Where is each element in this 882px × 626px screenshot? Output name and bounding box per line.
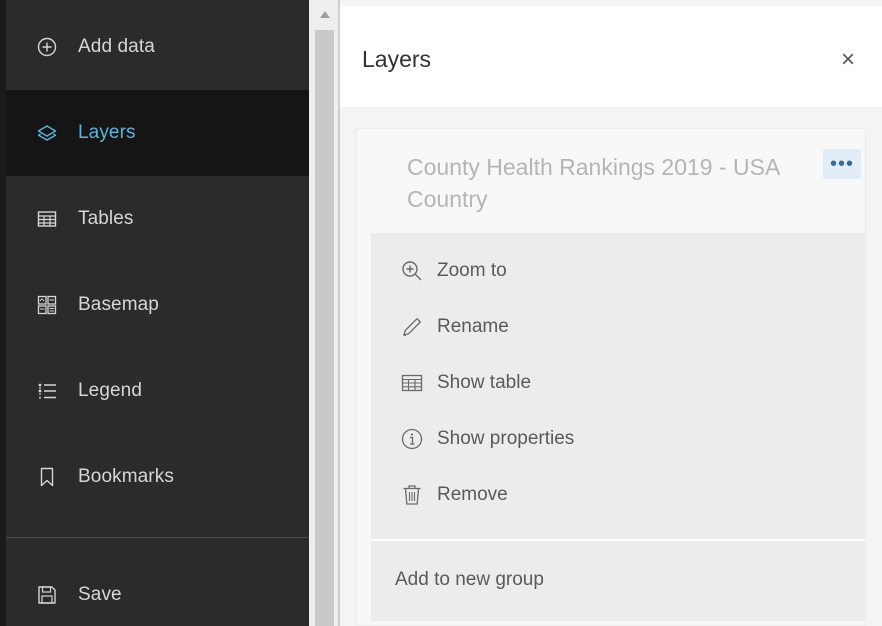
more-options-button[interactable]: ••• xyxy=(823,149,861,179)
table-icon xyxy=(400,371,424,395)
sidebar-item-label: Legend xyxy=(78,380,143,401)
menu-item-label: Show properties xyxy=(437,428,575,449)
panel-header: Layers × xyxy=(340,6,882,107)
menu-item-label: Add to new group xyxy=(395,569,544,590)
sidebar-item-basemap[interactable]: Basemap xyxy=(6,262,309,348)
info-icon xyxy=(400,427,424,451)
menu-item-rename[interactable]: Rename xyxy=(371,301,865,353)
sidebar-item-label: Tables xyxy=(78,208,134,229)
menu-item-show-properties[interactable]: Show properties xyxy=(371,413,865,465)
bookmark-icon xyxy=(37,467,57,487)
menu-item-label: Remove xyxy=(437,484,508,505)
sidebar-item-add-data[interactable]: Add data xyxy=(6,4,309,90)
sidebar-item-layers[interactable]: Layers xyxy=(6,90,309,176)
scroll-up-arrow-icon[interactable] xyxy=(309,0,340,28)
legend-icon xyxy=(37,381,57,401)
zoom-in-icon xyxy=(400,259,424,283)
layer-name: County Health Rankings 2019 - USA Countr… xyxy=(407,154,780,212)
layer-card: County Health Rankings 2019 - USA Countr… xyxy=(356,128,866,626)
page-title: Layers xyxy=(362,46,432,72)
sidebar-item-label: Layers xyxy=(78,122,136,143)
sidebar-item-tables[interactable]: Tables xyxy=(6,176,309,262)
menu-item-remove[interactable]: Remove xyxy=(371,469,865,521)
sidebar-item-label: Add data xyxy=(78,36,155,57)
scroll-thumb[interactable] xyxy=(315,30,334,626)
sidebar-item-label: Bookmarks xyxy=(78,466,174,487)
layer-options-menu: Zoom to Rename Show table Show propertie… xyxy=(371,233,865,539)
sidebar-scrollbar[interactable] xyxy=(309,0,340,626)
menu-item-zoom-to[interactable]: Zoom to xyxy=(371,245,865,297)
layers-panel: Layers × County Health Rankings 2019 - U… xyxy=(340,0,882,626)
trash-icon xyxy=(400,483,424,507)
sidebar-item-legend[interactable]: Legend xyxy=(6,348,309,434)
close-icon[interactable]: × xyxy=(836,46,860,74)
pencil-icon xyxy=(400,315,424,339)
basemap-icon xyxy=(37,295,57,315)
layers-icon xyxy=(37,123,57,143)
menu-item-show-table[interactable]: Show table xyxy=(371,357,865,409)
sidebar: Add data Layers Tables Basemap Legend Bo… xyxy=(0,0,309,626)
table-icon xyxy=(37,209,57,229)
sidebar-item-bookmarks[interactable]: Bookmarks xyxy=(6,434,309,520)
menu-item-add-to-new-group[interactable]: Add to new group xyxy=(371,541,865,621)
plus-circle-icon xyxy=(37,37,57,57)
save-button[interactable]: Save xyxy=(6,552,309,626)
menu-item-label: Zoom to xyxy=(437,260,507,281)
save-icon xyxy=(37,585,57,605)
menu-item-label: Show table xyxy=(437,372,532,393)
sidebar-item-label: Basemap xyxy=(78,294,159,315)
menu-item-label: Rename xyxy=(437,316,509,337)
save-label: Save xyxy=(78,584,122,605)
sidebar-divider xyxy=(6,537,309,538)
